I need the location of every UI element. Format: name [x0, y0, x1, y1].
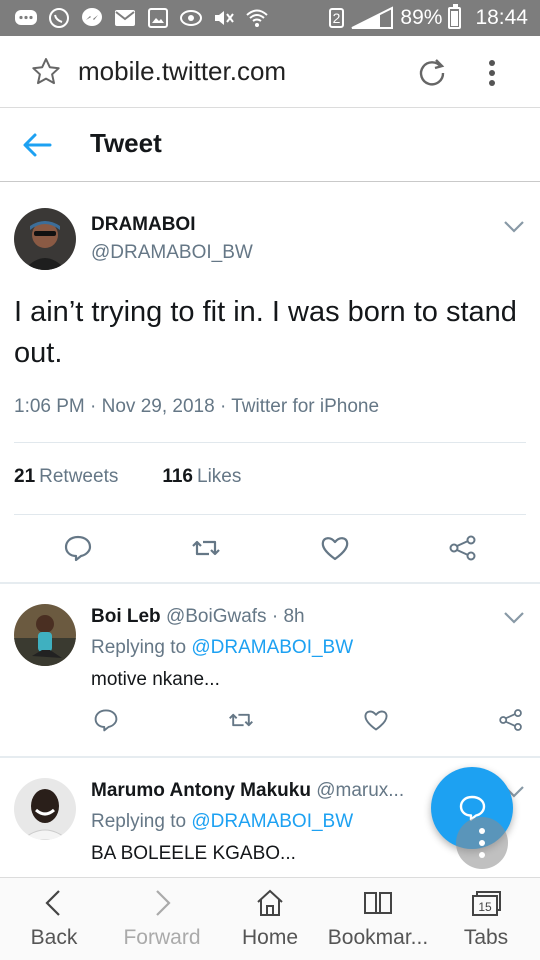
tweet-text: I ain’t trying to fit in. I was born to … [14, 296, 517, 369]
retweets-count: 21 [14, 466, 36, 487]
section-separator [0, 756, 540, 758]
retweets-stat[interactable]: 21 Retweets [14, 466, 118, 488]
reload-icon[interactable] [416, 56, 448, 88]
replying-prefix: Replying to [91, 637, 187, 658]
back-label: Back [30, 926, 78, 949]
divider [14, 514, 526, 515]
mail-icon [115, 10, 135, 26]
browser-address-bar: mobile.twitter.com [0, 36, 540, 108]
reply-text: motive nkane... [91, 669, 220, 690]
more-vertical-icon [479, 828, 485, 858]
retweet-icon[interactable] [228, 707, 254, 733]
bookmarks-button[interactable]: Bookmar... [324, 878, 432, 960]
book-icon [364, 892, 392, 914]
tweet-header: Tweet [0, 108, 540, 182]
reply-author-handle: @marux... [316, 780, 405, 801]
replying-prefix: Replying to [91, 811, 187, 832]
home-icon [257, 889, 283, 916]
replying-to: Replying to @DRAMABOI_BW [91, 637, 353, 659]
cloud-icon [180, 10, 202, 26]
reply-time: · 8h [271, 606, 305, 627]
home-button[interactable]: Home [216, 878, 324, 960]
tweet-stats: 21 Retweets 116 Likes [14, 466, 241, 488]
tabs-icon: 15 [472, 891, 501, 916]
divider [14, 442, 526, 443]
battery-percent: 89% [400, 6, 443, 29]
author-name[interactable]: DRAMABOI [91, 214, 196, 236]
likes-stat[interactable]: 116 Likes [162, 466, 241, 488]
retweet-icon[interactable] [191, 534, 221, 562]
forward-button[interactable]: Forward [108, 878, 216, 960]
bookmarks-label: Bookmar... [327, 926, 429, 949]
url-field[interactable]: mobile.twitter.com [78, 56, 286, 87]
reply-avatar[interactable] [14, 604, 76, 666]
battery-icon [448, 4, 462, 29]
reply-icon[interactable] [63, 534, 93, 562]
notification-icons [14, 6, 269, 30]
tweet-timestamp: 1:06 PM · Nov 29, 2018 · Twitter for iPh… [14, 396, 380, 417]
back-button[interactable]: Back [0, 878, 108, 960]
overflow-more-button[interactable] [456, 817, 508, 869]
clock: 18:44 [475, 6, 528, 29]
like-icon[interactable] [363, 707, 389, 733]
back-arrow-icon[interactable] [22, 132, 52, 158]
page-title: Tweet [90, 128, 162, 158]
reply-icon[interactable] [93, 707, 119, 733]
reply-text: BA BOLEELE KGABO... [91, 843, 296, 864]
chevron-down-icon[interactable] [503, 611, 525, 625]
share-icon[interactable] [448, 534, 478, 562]
sim-icon: 2 [328, 8, 345, 28]
home-label: Home [241, 926, 299, 949]
reply-author-handle: @BoiGwafs [165, 606, 267, 627]
reply-author[interactable]: Boi Leb @BoiGwafs · 8h [91, 606, 305, 628]
reply-author-name: Boi Leb [91, 606, 161, 627]
status-bar: 2 89% 18:44 [0, 0, 540, 36]
share-icon[interactable] [498, 707, 524, 733]
mute-icon [215, 11, 234, 25]
reply-author-name: Marumo Antony Makuku [91, 780, 311, 801]
reply-avatar[interactable] [14, 778, 76, 840]
author-handle[interactable]: @DRAMABOI_BW [91, 242, 253, 264]
like-icon[interactable] [320, 534, 350, 562]
browser-bottom-bar: Back Forward Home Bookmar... 15 Tabs [0, 877, 540, 960]
reply-author[interactable]: Marumo Antony Makuku @marux... [91, 780, 404, 802]
gallery-icon [148, 8, 168, 28]
more-options-icon[interactable] [480, 58, 504, 88]
chevron-left-icon [45, 890, 60, 916]
replying-to-link[interactable]: @DRAMABOI_BW [191, 811, 353, 832]
messenger-icon [82, 8, 102, 26]
avatar[interactable] [14, 208, 76, 270]
wifi-icon [246, 9, 268, 27]
forward-label: Forward [123, 926, 201, 949]
likes-count: 116 [162, 466, 193, 487]
chevron-right-icon [156, 890, 171, 916]
tabs-button[interactable]: 15 Tabs [432, 878, 540, 960]
replying-to-link[interactable]: @DRAMABOI_BW [191, 637, 353, 658]
signal-icon [351, 6, 394, 29]
tabs-count: 15 [478, 900, 492, 914]
section-separator [0, 582, 540, 584]
retweets-label: Retweets [39, 466, 119, 487]
tabs-label: Tabs [463, 926, 509, 949]
chevron-down-icon[interactable] [503, 220, 525, 234]
status-right: 2 89% 18:44 [328, 4, 528, 32]
replying-to: Replying to @DRAMABOI_BW [91, 811, 353, 833]
chat-bubble-icon [15, 10, 37, 25]
likes-label: Likes [197, 466, 242, 487]
star-icon[interactable] [30, 56, 62, 88]
whatsapp-icon [49, 8, 69, 28]
